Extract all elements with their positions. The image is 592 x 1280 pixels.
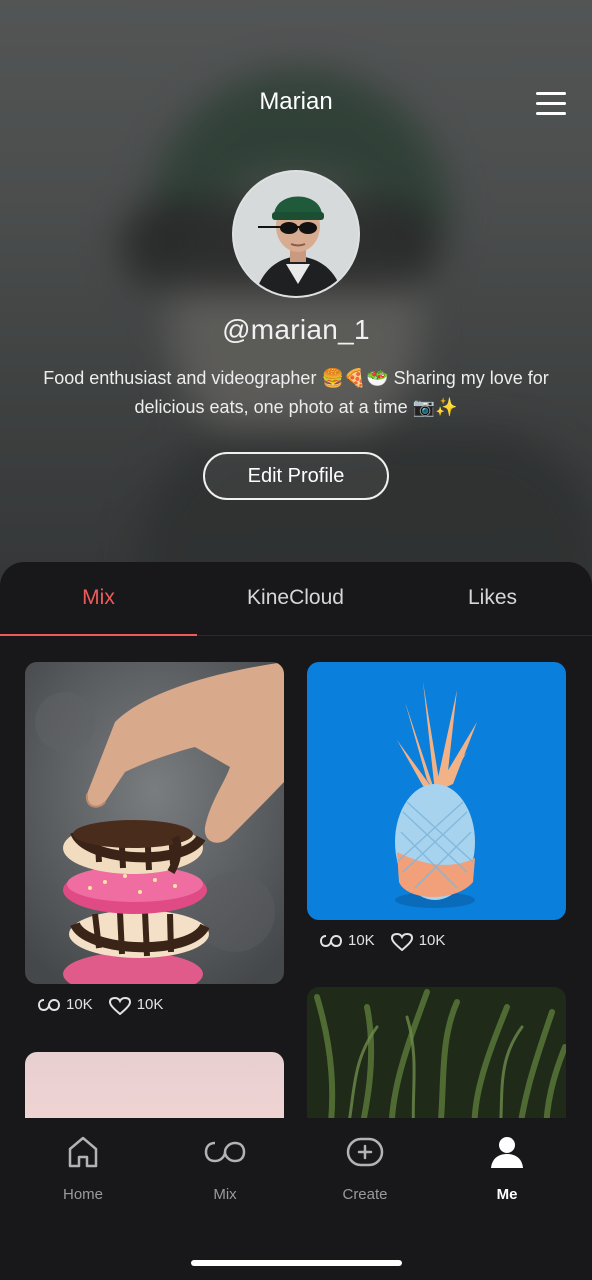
like-count: 10K bbox=[136, 996, 164, 1013]
bottom-nav: Home Mix Create Me bbox=[0, 1118, 592, 1280]
nav-create-label: Create bbox=[342, 1186, 388, 1203]
remix-count: 10K bbox=[348, 932, 375, 949]
heart-icon[interactable] bbox=[108, 996, 131, 1015]
profile-handle: @marian_1 bbox=[222, 314, 370, 345]
like-count: 10K bbox=[418, 932, 446, 949]
nav-create[interactable]: Create bbox=[305, 1134, 425, 1203]
post-stats-pineapple: 10K 10K bbox=[320, 932, 455, 951]
mix-icon bbox=[165, 1134, 285, 1170]
post-card-pineapple[interactable] bbox=[307, 662, 566, 920]
profile-header: Marian @marian_1 Food enthusiast and vid… bbox=[0, 0, 592, 600]
nav-home-label: Home bbox=[62, 1186, 103, 1203]
profile-icon bbox=[447, 1134, 567, 1170]
remix-icon bbox=[38, 997, 60, 1013]
hamburger-menu-icon[interactable] bbox=[536, 92, 568, 116]
remix-icon bbox=[320, 933, 342, 949]
post-card-donuts[interactable] bbox=[25, 662, 284, 984]
avatar[interactable] bbox=[232, 170, 360, 298]
home-icon bbox=[23, 1134, 143, 1170]
post-stats-donuts: 10K 10K bbox=[38, 996, 173, 1015]
page-title: Marian bbox=[259, 88, 333, 115]
edit-profile-button[interactable]: Edit Profile bbox=[203, 452, 389, 500]
create-icon bbox=[305, 1134, 425, 1170]
profile-bio: Food enthusiast and videographer 🍔🍕🥗 Sha… bbox=[43, 368, 549, 417]
active-tab-indicator bbox=[0, 634, 197, 636]
remix-count: 10K bbox=[66, 996, 93, 1013]
tab-likes[interactable]: Likes bbox=[394, 586, 591, 610]
tab-bar: Mix KineCloud Likes bbox=[0, 562, 592, 636]
tab-kinecloud[interactable]: KineCloud bbox=[197, 586, 394, 610]
heart-icon[interactable] bbox=[390, 932, 413, 951]
nav-home[interactable]: Home bbox=[23, 1134, 143, 1203]
nav-mix-label: Mix bbox=[213, 1186, 237, 1203]
nav-me[interactable]: Me bbox=[447, 1134, 567, 1203]
home-indicator bbox=[191, 1260, 402, 1266]
nav-mix[interactable]: Mix bbox=[165, 1134, 285, 1203]
tab-mix[interactable]: Mix bbox=[0, 586, 197, 610]
nav-me-label: Me bbox=[496, 1186, 518, 1203]
